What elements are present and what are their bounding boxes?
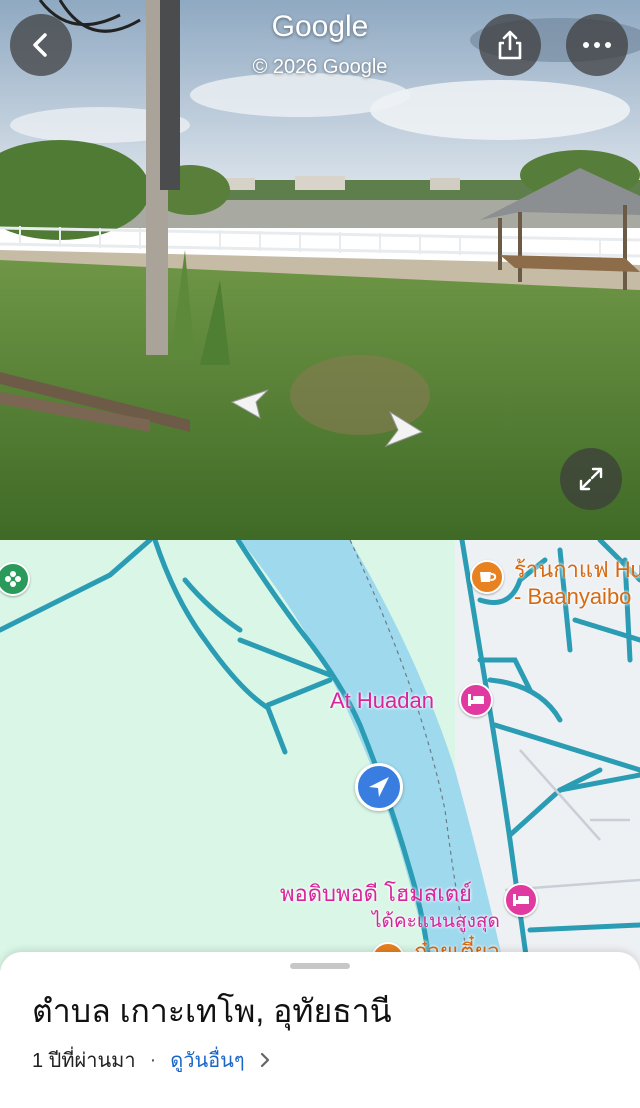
poi-label-coffee[interactable]: ร้านกาแฟ Hu	[514, 552, 640, 587]
expand-button[interactable]	[560, 448, 622, 510]
nav-arrow-left-icon[interactable]	[230, 388, 270, 420]
time-ago: 1 ปีที่ผ่านมา	[32, 1050, 136, 1072]
bottom-sheet[interactable]: ตำบล เกาะเทโพ, อุทัยธานี 1 ปีที่ผ่านมา ·…	[0, 952, 640, 1108]
coffee-icon[interactable]	[470, 560, 504, 594]
hotel-icon[interactable]	[504, 883, 538, 917]
poi-label-at-huadan[interactable]: At Huadan	[330, 688, 434, 714]
place-title: ตำบล เกาะเทโพ, อุทัยธานี	[32, 993, 392, 1029]
back-button[interactable]	[10, 14, 72, 76]
nav-arrow-right-icon[interactable]	[382, 410, 424, 448]
street-view-panel[interactable]: Google © 2026 Google	[0, 0, 640, 540]
see-other-dates-link[interactable]: ดูวันอื่นๆ	[170, 1044, 244, 1076]
more-horizontal-icon	[583, 42, 611, 48]
chevron-right-icon[interactable]	[259, 1051, 271, 1069]
share-icon	[498, 30, 522, 60]
meta-row: 1 ปีที่ผ่านมา · ดูวันอื่นๆ	[32, 1044, 271, 1076]
street-view-image	[0, 0, 640, 540]
sheet-handle[interactable]	[290, 963, 350, 969]
share-button[interactable]	[479, 14, 541, 76]
map-panel[interactable]: ร้านกาแฟ Hu - Baanyaibo At Huadan พอดิบพ…	[0, 540, 640, 970]
chevron-left-icon	[33, 33, 47, 57]
copyright-text: © 2026 Google	[252, 56, 388, 78]
hotel-icon[interactable]	[459, 683, 493, 717]
poi-sub-homestay[interactable]: ได้คะแนนสูงสุด	[372, 906, 500, 936]
separator: ·	[149, 1048, 157, 1071]
street-view-title: Google	[271, 10, 369, 43]
expand-icon	[579, 467, 603, 491]
poi-sub-coffee[interactable]: - Baanyaibo	[514, 584, 631, 610]
more-options-button[interactable]	[566, 14, 628, 76]
navigation-arrow-icon[interactable]	[355, 763, 403, 811]
